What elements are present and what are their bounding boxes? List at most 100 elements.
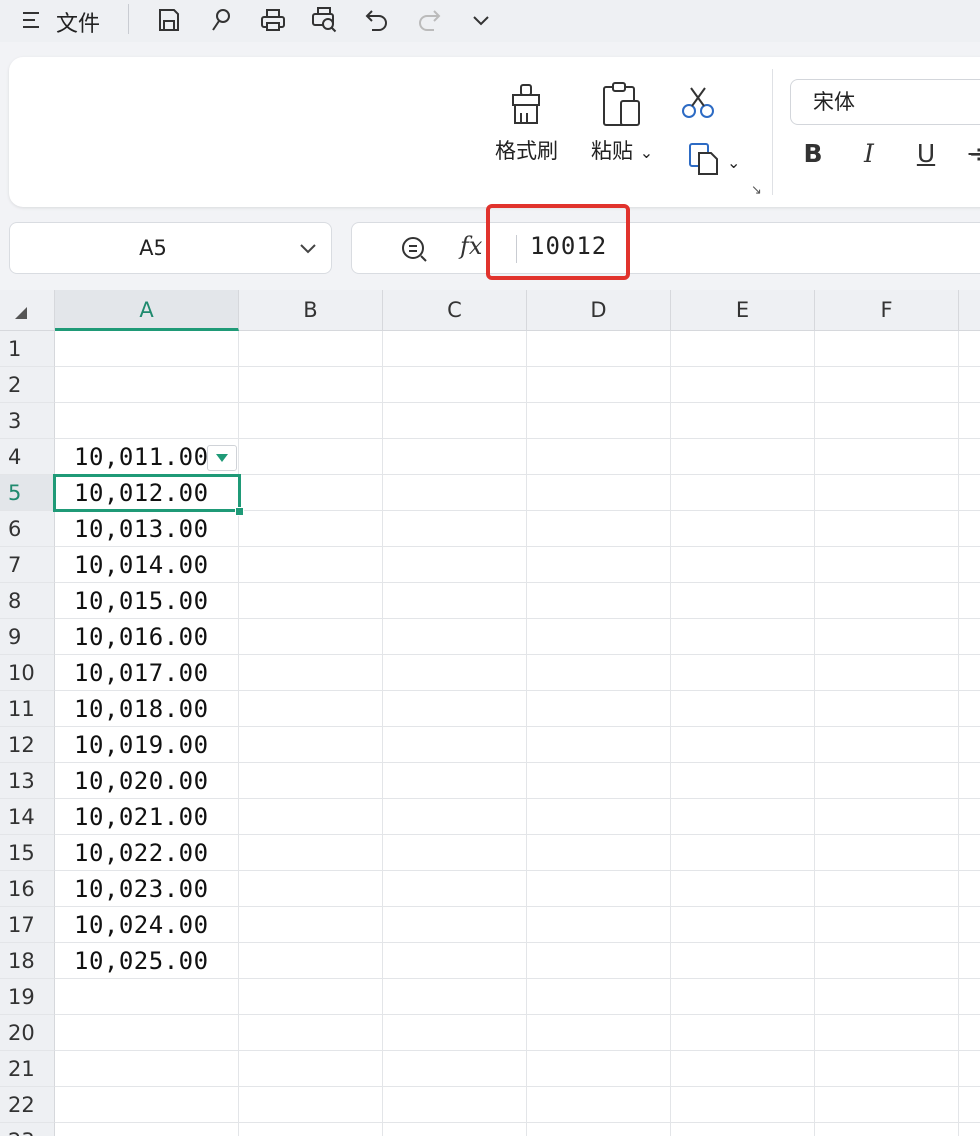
- column-header-f[interactable]: F: [815, 290, 959, 331]
- cell-a14[interactable]: 10,021.00: [74, 799, 238, 835]
- menu-icon[interactable]: [14, 3, 48, 37]
- name-box[interactable]: A5: [9, 222, 332, 274]
- cell-a10[interactable]: 10,017.00: [74, 655, 238, 691]
- font-family-select[interactable]: 宋体: [790, 79, 980, 125]
- cell-a13[interactable]: 10,020.00: [74, 763, 238, 799]
- row-header-10[interactable]: 10: [0, 655, 55, 691]
- column-gridline: [958, 331, 959, 1136]
- print-icon[interactable]: [256, 3, 290, 37]
- paste-button[interactable]: 粘贴 ⌄: [591, 81, 653, 165]
- format-painter-icon: [511, 84, 540, 124]
- cell-a22[interactable]: [74, 1087, 238, 1123]
- highlight-annotation: [486, 204, 630, 280]
- row-header-19[interactable]: 19: [0, 979, 55, 1015]
- cell-a19[interactable]: [74, 979, 238, 1015]
- cell-a20[interactable]: [74, 1015, 238, 1051]
- row-header-6[interactable]: 6: [0, 511, 55, 547]
- row-header-2[interactable]: 2: [0, 367, 55, 403]
- font-family-value: 宋体: [813, 90, 855, 114]
- redo-icon[interactable]: [412, 3, 446, 37]
- row-header-21[interactable]: 21: [0, 1051, 55, 1087]
- cell-a12[interactable]: 10,019.00: [74, 727, 238, 763]
- file-menu[interactable]: 文件: [56, 6, 100, 38]
- cell-a7[interactable]: 10,014.00: [74, 547, 238, 583]
- column-gridline: [814, 331, 815, 1136]
- underline-button[interactable]: U: [911, 139, 941, 168]
- save-icon[interactable]: [152, 3, 186, 37]
- toolbar-divider: [128, 4, 129, 34]
- column-header-b[interactable]: B: [239, 290, 383, 331]
- quick-access-toolbar: 文件: [0, 0, 980, 42]
- chevron-down-icon[interactable]: [298, 238, 318, 262]
- column-header-a[interactable]: A: [55, 290, 239, 331]
- row-header-17[interactable]: 17: [0, 907, 55, 943]
- row-header-3[interactable]: 3: [0, 403, 55, 439]
- share-icon[interactable]: [204, 3, 238, 37]
- selected-cell-border: [53, 474, 241, 512]
- cell-a16[interactable]: 10,023.00: [74, 871, 238, 907]
- column-gridline: [238, 331, 239, 1136]
- row-header-14[interactable]: 14: [0, 799, 55, 835]
- chevron-down-icon[interactable]: [464, 3, 498, 37]
- cell-a8[interactable]: 10,015.00: [74, 583, 238, 619]
- autofill-options-button[interactable]: [207, 445, 237, 471]
- row-header-16[interactable]: 16: [0, 871, 55, 907]
- italic-button[interactable]: I: [854, 139, 884, 168]
- select-all-corner[interactable]: [0, 290, 55, 331]
- cell-a11[interactable]: 10,018.00: [74, 691, 238, 727]
- cell-a18[interactable]: 10,025.00: [74, 943, 238, 979]
- cell-reference: A5: [139, 236, 167, 260]
- paste-label: 粘贴: [591, 139, 633, 163]
- cell-a9[interactable]: 10,016.00: [74, 619, 238, 655]
- row-header-23[interactable]: 23: [0, 1123, 55, 1136]
- zoom-out-icon[interactable]: [400, 235, 430, 269]
- row-header-22[interactable]: 22: [0, 1087, 55, 1123]
- column-gridline: [382, 331, 383, 1136]
- cell-a6[interactable]: 10,013.00: [74, 511, 238, 547]
- row-header-7[interactable]: 7: [0, 547, 55, 583]
- cell-a15[interactable]: 10,022.00: [74, 835, 238, 871]
- strikethrough-button[interactable]: ÷: [964, 139, 980, 168]
- row-header-18[interactable]: 18: [0, 943, 55, 979]
- print-preview-icon[interactable]: [308, 3, 342, 37]
- cell-a17[interactable]: 10,024.00: [74, 907, 238, 943]
- cell-a3[interactable]: [74, 403, 238, 439]
- cell-a21[interactable]: [74, 1051, 238, 1087]
- row-header-15[interactable]: 15: [0, 835, 55, 871]
- row-header-9[interactable]: 9: [0, 619, 55, 655]
- scissors-icon: [682, 87, 714, 118]
- column-gridline: [670, 331, 671, 1136]
- ribbon-panel: 格式刷 粘贴 ⌄ ⌄ ↘ 宋体 B I U ÷: [9, 57, 980, 207]
- dialog-launcher-icon[interactable]: ↘: [751, 183, 762, 198]
- row-header-8[interactable]: 8: [0, 583, 55, 619]
- chevron-down-icon[interactable]: ⌄: [640, 143, 653, 162]
- fill-handle[interactable]: [235, 507, 244, 516]
- paste-icon: [603, 82, 641, 126]
- spreadsheet-grid: ABCDEF 1 2 3 4 5 6 7 8 9 10 11 12 13 14 15 16 17 18 19 20 21…: [0, 290, 980, 1136]
- cell-a23[interactable]: [74, 1123, 238, 1136]
- column-header-c[interactable]: C: [383, 290, 527, 331]
- row-header-12[interactable]: 12: [0, 727, 55, 763]
- undo-icon[interactable]: [360, 3, 394, 37]
- copy-icon: [689, 143, 718, 175]
- bold-button[interactable]: B: [798, 139, 828, 168]
- row-header-4[interactable]: 4: [0, 439, 55, 475]
- cell-a2[interactable]: [74, 367, 238, 403]
- row-header-13[interactable]: 13: [0, 763, 55, 799]
- function-label[interactable]: fx: [460, 232, 482, 260]
- column-header-partial[interactable]: [959, 290, 980, 331]
- chevron-down-icon[interactable]: ⌄: [727, 153, 740, 172]
- format-painter-label: 格式刷: [495, 139, 558, 163]
- column-gridline: [526, 331, 527, 1136]
- copy-button[interactable]: ⌄: [687, 141, 740, 177]
- cut-button[interactable]: [679, 85, 717, 121]
- row-header-1[interactable]: 1: [0, 331, 55, 367]
- row-header-20[interactable]: 20: [0, 1015, 55, 1051]
- column-header-e[interactable]: E: [671, 290, 815, 331]
- column-header-d[interactable]: D: [527, 290, 671, 331]
- row-header-5[interactable]: 5: [0, 475, 55, 511]
- row-header-11[interactable]: 11: [0, 691, 55, 727]
- cell-a1[interactable]: [74, 331, 238, 367]
- format-painter-button[interactable]: 格式刷: [495, 81, 558, 165]
- ribbon-divider: [772, 69, 773, 195]
